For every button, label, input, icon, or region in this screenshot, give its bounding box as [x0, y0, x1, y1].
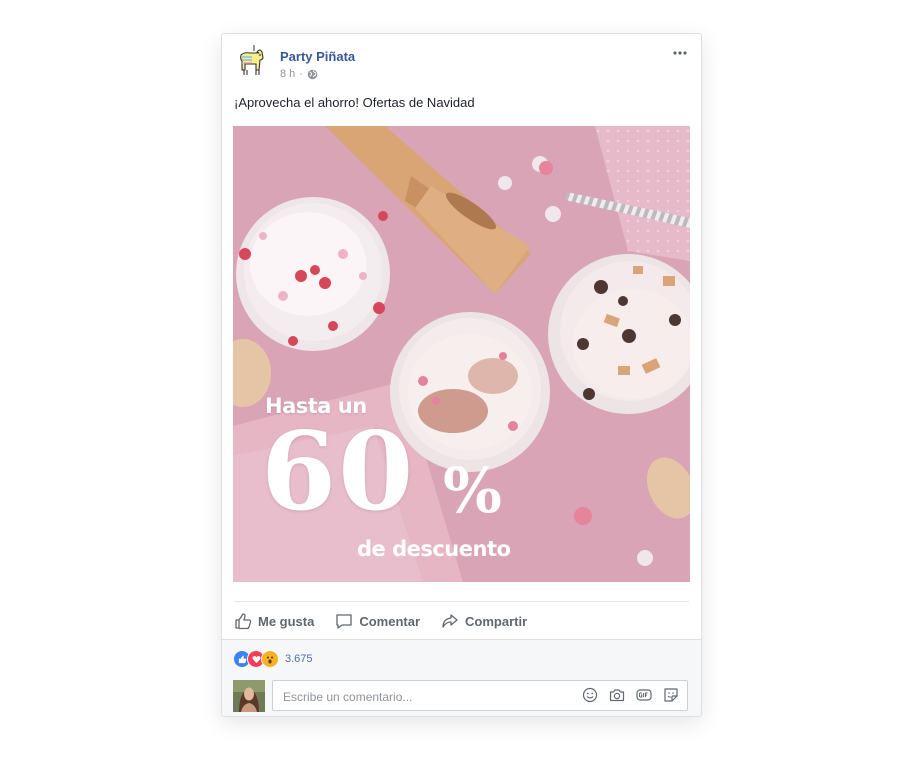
meta-separator: · [299, 68, 303, 80]
user-photo [233, 680, 265, 712]
share-label: Compartir [465, 613, 528, 629]
post-image[interactable]: Hasta un 60 % de descuento [233, 126, 690, 582]
more-options-button[interactable] [669, 42, 691, 64]
camera-icon[interactable] [609, 687, 625, 703]
comment-icon [336, 614, 352, 629]
reaction-count: 3.675 [285, 653, 313, 665]
promo-suffix: de descuento [357, 537, 511, 561]
actions-divider [234, 601, 689, 602]
sticker-icon[interactable] [663, 687, 679, 703]
post-footer: 3.675 [222, 639, 701, 716]
post-meta: 8 h · [280, 68, 318, 80]
comment-box [272, 680, 688, 712]
post-card: Party Piñata 8 h · ¡Aprovecha el ahorro!… [221, 33, 702, 717]
like-button[interactable]: Me gusta [234, 612, 314, 630]
reactions-summary[interactable]: 3.675 [233, 650, 313, 668]
page-name-link[interactable]: Party Piñata [280, 49, 355, 64]
comment-button[interactable]: Comentar [335, 612, 420, 630]
page-avatar[interactable] [235, 45, 271, 81]
gif-icon[interactable] [636, 687, 652, 703]
wow-reaction-icon [261, 650, 279, 668]
user-avatar[interactable] [233, 680, 265, 712]
llama-logo-icon [240, 45, 264, 75]
comment-label: Comentar [359, 613, 421, 629]
post-actions: Me gusta Comentar Compartir [234, 610, 527, 632]
post-text: ¡Aprovecha el ahorro! Ofertas de Navidad [234, 95, 475, 110]
comment-tools [582, 687, 679, 703]
share-icon [442, 614, 458, 628]
thumbs-up-icon [235, 613, 252, 630]
share-button[interactable]: Compartir [441, 612, 527, 630]
comment-input[interactable] [281, 681, 575, 712]
more-horizontal-icon [673, 51, 687, 55]
globe-icon[interactable] [307, 69, 318, 80]
promo-percent: % [443, 454, 502, 527]
emoji-icon[interactable] [582, 687, 598, 703]
promo-number: 60 [261, 409, 416, 535]
like-label: Me gusta [258, 613, 315, 629]
post-timestamp[interactable]: 8 h [280, 68, 295, 80]
